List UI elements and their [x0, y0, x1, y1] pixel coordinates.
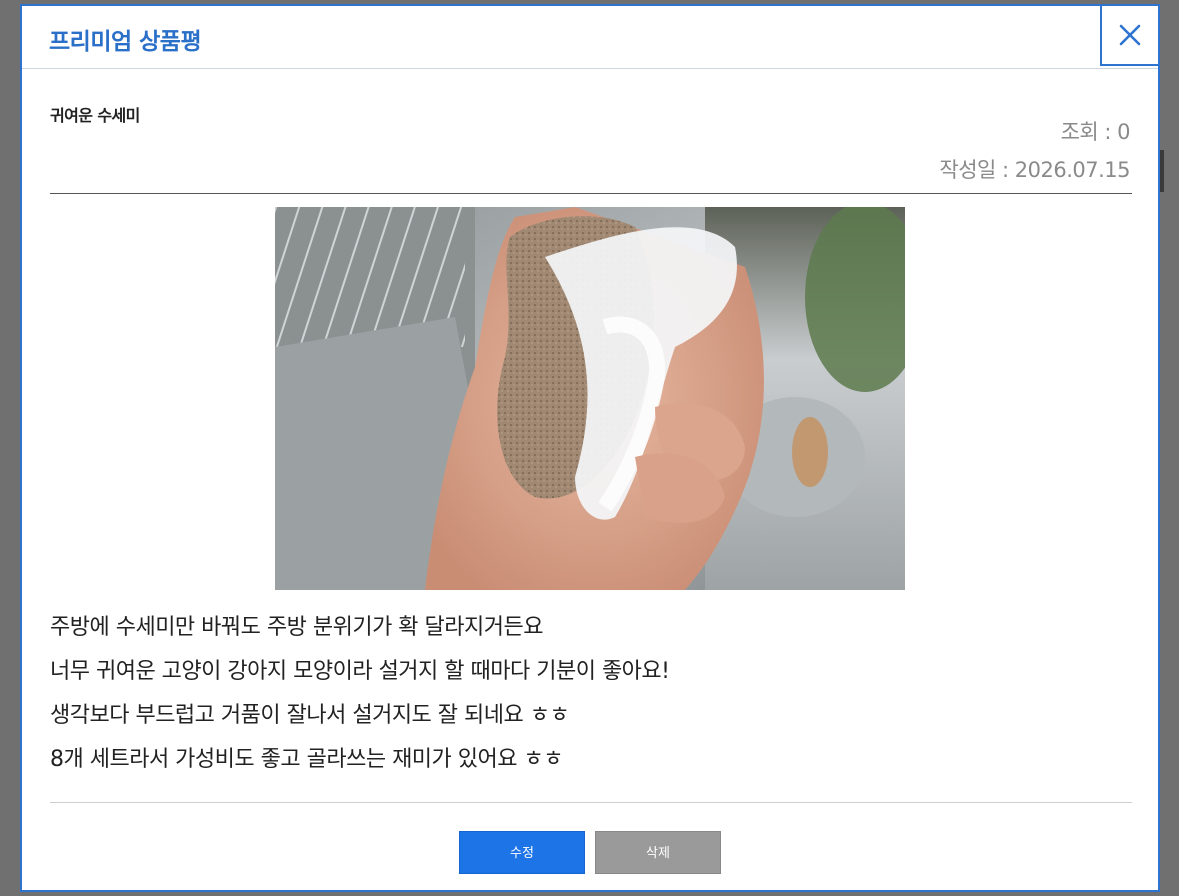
review-line: 주방에 수세미만 바꿔도 주방 분위기가 확 달라지거든요 [50, 615, 543, 640]
header-divider [50, 193, 1132, 194]
content-divider [50, 802, 1132, 803]
modal-title: 프리미엄 상품평 [49, 29, 202, 55]
review-line: 너무 귀여운 고양이 강아지 모양이라 설거지 할 때마다 기분이 좋아요! [50, 659, 670, 684]
edit-button[interactable]: 수정 [459, 831, 585, 874]
review-line: 생각보다 부드럽고 거품이 잘나서 설거지도 잘 되네요 ㅎㅎ [50, 703, 570, 728]
review-photo-graphic [275, 207, 905, 590]
delete-button[interactable]: 삭제 [595, 831, 721, 874]
view-count: 조회 : 0 [1060, 120, 1131, 144]
review-content: 주방에 수세미만 바꿔도 주방 분위기가 확 달라지거든요 너무 귀여운 고양이… [50, 606, 1130, 782]
modal-header: 프리미엄 상품평 [22, 4, 1160, 69]
review-photo [275, 207, 905, 590]
written-date: 작성일 : 2026.07.15 [939, 158, 1130, 182]
premium-review-modal: 프리미엄 상품평 귀여운 수세미 조회 : 0 작성일 : 2026.07.15 [20, 4, 1160, 892]
review-line: 8개 세트라서 가성비도 좋고 골라쓰는 재미가 있어요 ㅎㅎ [50, 747, 563, 772]
background-scrollbar [1160, 150, 1164, 192]
close-icon [1119, 24, 1141, 46]
close-button[interactable] [1100, 4, 1160, 66]
review-title: 귀여운 수세미 [50, 106, 140, 125]
